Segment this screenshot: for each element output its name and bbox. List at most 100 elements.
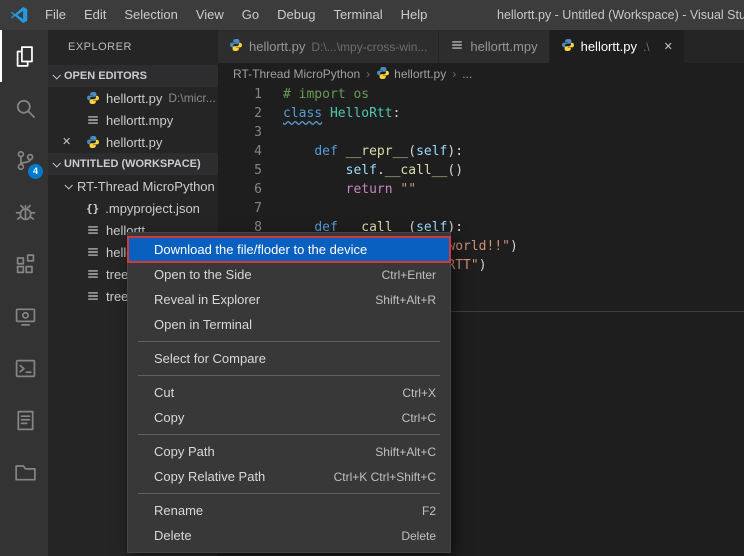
line-number: 5 [218, 161, 262, 180]
open-editors-list: hellortt.pyD:\micr... hellortt.mpy ✕hellor… [48, 87, 218, 153]
title-bar: FileEditSelectionViewGoDebugTerminalHelp… [0, 0, 744, 30]
folder-rt-thread-micropython[interactable]: RT-Thread MicroPython [48, 175, 218, 197]
context-menu-item[interactable]: Copy Relative Path Ctrl+K Ctrl+Shift+C [128, 464, 450, 489]
workspace-header[interactable]: UNTITLED (WORKSPACE) [48, 153, 218, 175]
activity-debug[interactable] [0, 186, 48, 238]
file-path: D:\micr... [168, 91, 215, 105]
menu-separator [138, 341, 440, 342]
context-menu-item[interactable]: Cut Ctrl+X [128, 380, 450, 405]
output-icon [14, 409, 37, 432]
tab-1-hellortt.mpy[interactable]: hellortt.mpy [439, 30, 549, 63]
open-editor-item[interactable]: ✕hellortt.py [48, 131, 218, 153]
menu-bar: FileEditSelectionViewGoDebugTerminalHelp [36, 0, 436, 30]
menu-item-label: Open in Terminal [154, 317, 252, 332]
line-number: 1 [218, 85, 262, 104]
context-menu-item[interactable]: Download the file/floder to the device [128, 237, 450, 262]
context-menu-item[interactable]: Rename F2 [128, 498, 450, 523]
open-editors-label: OPEN EDITORS [64, 70, 147, 82]
activity-explorer[interactable] [0, 30, 48, 82]
activity-output[interactable] [0, 394, 48, 446]
menu-item-label: Copy [154, 410, 184, 425]
menu-separator [138, 434, 440, 435]
close-icon[interactable]: ✕ [62, 131, 71, 153]
python-file-icon [86, 91, 100, 105]
context-menu-item[interactable]: Reveal in ExplorerShift+Alt+R [128, 287, 450, 312]
code-line: 6 return "" [218, 180, 744, 199]
context-menu-item[interactable]: Open to the Side Ctrl+Enter [128, 262, 450, 287]
activity-bar: 4 [0, 30, 48, 556]
tree-item[interactable]: {}.mpyproject.json [48, 197, 218, 219]
tab-description: D:\...\mpy-cross-win... [311, 40, 427, 54]
line-number: 3 [218, 123, 262, 142]
sidebar-title: EXPLORER [48, 30, 218, 65]
activity-search[interactable] [0, 82, 48, 134]
menu-edit[interactable]: Edit [75, 0, 115, 30]
context-menu: Download the file/floder to the deviceOp… [127, 232, 451, 553]
tab-label: hellortt.py [581, 39, 637, 54]
menu-help[interactable]: Help [392, 0, 437, 30]
open-editor-item[interactable]: hellortt.mpy [48, 109, 218, 131]
code-text: # import os [262, 87, 369, 102]
breadcrumb-item[interactable]: ... [462, 67, 472, 81]
menu-item-label: Open to the Side [154, 267, 252, 282]
context-menu-item[interactable]: Open in Terminal [128, 312, 450, 337]
menu-item-shortcut: Ctrl+C [402, 411, 436, 425]
code-text [262, 125, 283, 140]
line-number: 4 [218, 142, 262, 161]
menu-item-shortcut: Ctrl+Enter [382, 268, 436, 282]
activity-extensions[interactable] [0, 238, 48, 290]
file-label: hellortt.mpy [106, 113, 173, 128]
python-file-icon [376, 66, 390, 83]
tab-0-hellortt.py[interactable]: hellortt.pyD:\...\mpy-cross-win... [218, 30, 439, 63]
chevron-down-icon [52, 71, 60, 79]
context-menu-item[interactable]: Copy PathShift+Alt+C [128, 439, 450, 464]
tab-label: hellortt.mpy [470, 39, 537, 54]
list-file-icon [86, 113, 100, 127]
breadcrumb-label: ... [462, 67, 472, 81]
file-label: .mpyproject.json [105, 201, 200, 216]
context-menu-item[interactable]: Copy Ctrl+C [128, 405, 450, 430]
menu-view[interactable]: View [187, 0, 233, 30]
menu-item-label: Rename [154, 503, 203, 518]
python-file-icon [561, 38, 575, 55]
tab-2-hellortt.py[interactable]: hellortt.py.\✕ [550, 30, 685, 63]
vscode-window: FileEditSelectionViewGoDebugTerminalHelp… [0, 0, 744, 556]
menu-terminal[interactable]: Terminal [324, 0, 391, 30]
activity-device-monitor[interactable] [0, 290, 48, 342]
code-text [262, 201, 283, 216]
extensions-icon [14, 253, 37, 276]
activity-source-control[interactable]: 4 [0, 134, 48, 186]
chevron-right-icon: › [366, 67, 370, 81]
menu-item-label: Cut [154, 385, 174, 400]
menu-item-label: Copy Path [154, 444, 215, 459]
menu-item-shortcut: Ctrl+X [402, 386, 436, 400]
list-file-icon [86, 267, 100, 281]
chevron-down-icon [52, 159, 60, 167]
menu-item-label: Copy Relative Path [154, 469, 265, 484]
open-editors-header[interactable]: OPEN EDITORS [48, 65, 218, 87]
open-editor-item[interactable]: hellortt.pyD:\micr... [48, 87, 218, 109]
menu-go[interactable]: Go [233, 0, 268, 30]
close-icon[interactable]: ✕ [664, 40, 673, 53]
code-text: return "" [262, 182, 416, 197]
menu-item-shortcut: F2 [422, 504, 436, 518]
activity-terminal[interactable] [0, 342, 48, 394]
python-file-icon [86, 135, 100, 149]
menu-file[interactable]: File [36, 0, 75, 30]
debug-icon [14, 201, 37, 224]
breadcrumb-item[interactable]: hellortt.py [376, 66, 446, 83]
menu-separator [138, 375, 440, 376]
breadcrumb-item[interactable]: RT-Thread MicroPython [233, 67, 360, 81]
context-menu-item[interactable]: Select for Compare [128, 346, 450, 371]
chevron-down-icon [64, 181, 72, 189]
search-icon [14, 97, 37, 120]
chevron-right-icon: › [452, 67, 456, 81]
menu-selection[interactable]: Selection [115, 0, 186, 30]
menu-item-shortcut: Delete [401, 529, 436, 543]
context-menu-item[interactable]: DeleteDelete [128, 523, 450, 548]
activity-folder[interactable] [0, 446, 48, 498]
menu-debug[interactable]: Debug [268, 0, 324, 30]
line-number: 7 [218, 199, 262, 218]
scm-badge: 4 [28, 164, 43, 179]
menu-item-shortcut: Ctrl+K Ctrl+Shift+C [334, 470, 436, 484]
